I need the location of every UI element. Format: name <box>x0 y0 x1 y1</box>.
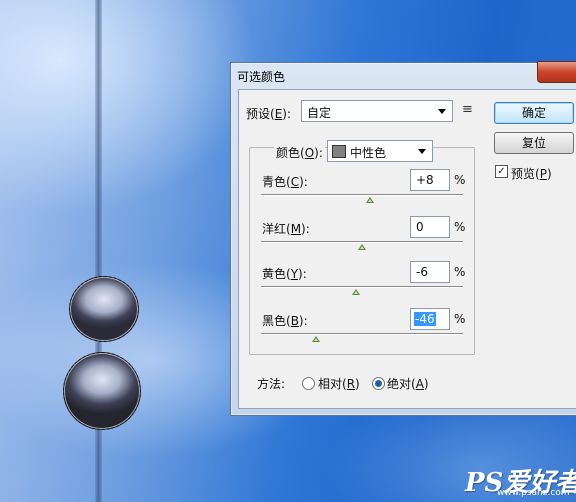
method-relative-radio[interactable] <box>302 377 315 390</box>
selective-color-dialog: 可选颜色 预设(E): 自定 ≡ 确定 复位 ✓ 预览(P) 颜色(O): 中性… <box>230 61 576 416</box>
slider-track-yellow[interactable] <box>261 286 463 288</box>
site-watermark: PS爱好者 www.psahz.com <box>465 462 576 499</box>
watermark-url: www.psahz.com <box>497 488 570 498</box>
preset-value: 自定 <box>307 106 332 120</box>
method-relative-label: 相对(R) <box>318 377 360 391</box>
chevron-down-icon <box>438 109 446 114</box>
method-absolute-label: 绝对(A) <box>387 377 429 391</box>
slider-label-cyan: 青色(C): <box>262 175 308 189</box>
selected-sphere-bottom[interactable] <box>63 352 141 430</box>
slider-track-magenta[interactable] <box>261 241 463 243</box>
method-label: 方法: <box>257 377 286 391</box>
slider-thumb-black[interactable] <box>311 336 320 342</box>
percent-label: % <box>454 220 466 234</box>
preset-options-icon[interactable]: ≡ <box>462 102 473 117</box>
value-input-black[interactable]: -46 <box>410 308 450 330</box>
color-swatch <box>332 145 346 158</box>
preset-label: 预设(E): <box>246 107 292 121</box>
value-text: +8 <box>416 173 434 187</box>
value-input-magenta[interactable]: 0 <box>410 216 450 238</box>
value-text: -6 <box>416 265 428 279</box>
reset-button[interactable]: 复位 <box>494 132 574 154</box>
dialog-titlebar[interactable]: 可选颜色 <box>231 61 576 89</box>
percent-label: % <box>454 265 466 279</box>
slider-thumb-magenta[interactable] <box>358 244 366 250</box>
slider-thumb-yellow[interactable] <box>351 289 360 295</box>
slider-label-magenta: 洋红(M): <box>262 222 310 236</box>
slider-track-black[interactable] <box>261 333 463 335</box>
colors-label: 颜色(O): <box>274 144 325 161</box>
colors-value: 中性色 <box>350 146 387 160</box>
preset-select[interactable]: 自定 <box>301 100 453 122</box>
method-absolute-radio[interactable] <box>372 377 385 390</box>
selected-sphere-top[interactable] <box>69 276 139 342</box>
close-button[interactable] <box>537 61 576 83</box>
value-text: -46 <box>414 312 436 326</box>
percent-label: % <box>454 173 466 187</box>
slider-thumb-cyan[interactable] <box>366 197 375 203</box>
slider-label-black: 黑色(B): <box>262 314 308 328</box>
slider-track-cyan[interactable] <box>261 194 463 196</box>
preview-checkbox[interactable]: ✓ <box>495 165 508 178</box>
chevron-down-icon <box>418 149 426 154</box>
value-text: 0 <box>416 220 424 234</box>
percent-label: % <box>454 312 466 326</box>
value-input-yellow[interactable]: -6 <box>410 261 450 283</box>
slider-label-yellow: 黄色(Y): <box>262 267 307 281</box>
dialog-client: 预设(E): 自定 ≡ 确定 复位 ✓ 预览(P) 颜色(O): 中性色 青色(… <box>238 89 576 409</box>
dialog-title: 可选颜色 <box>237 70 286 84</box>
ok-button[interactable]: 确定 <box>494 102 574 124</box>
colors-select[interactable]: 中性色 <box>327 140 433 162</box>
preview-label: 预览(P) <box>511 167 552 181</box>
value-input-cyan[interactable]: +8 <box>410 169 450 191</box>
